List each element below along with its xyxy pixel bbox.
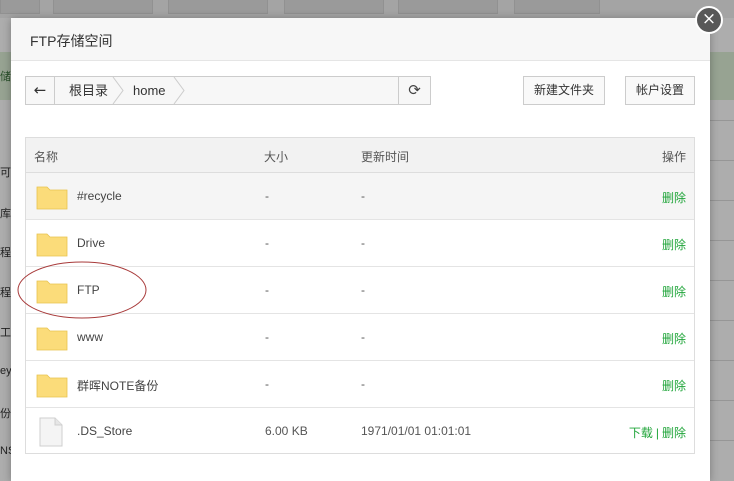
close-icon: × [701,9,717,29]
breadcrumb-separator-icon [173,77,185,104]
arrow-left-icon: ← [33,81,47,99]
account-settings-button[interactable]: 帐户设置 [625,76,695,105]
delete-link[interactable]: 删除 [662,238,686,252]
path-bar: ← 根目录 home ⟳ [25,76,431,105]
breadcrumb-root[interactable]: 根目录 [69,77,108,104]
action-separator: | [655,426,659,440]
file-size: - [265,377,269,391]
file-mtime: - [361,377,365,391]
folder-icon [36,233,68,257]
file-name[interactable]: #recycle [77,189,122,203]
folder-icon [36,186,68,210]
file-name[interactable]: Drive [77,236,105,250]
table-row[interactable]: www - - 删除 [26,314,694,361]
table-row[interactable]: 群晖NOTE备份 - - 删除 [26,361,694,408]
file-size: - [265,189,269,203]
file-mtime: - [361,283,365,297]
file-size: - [265,283,269,297]
header-ops: 操作 [661,150,686,164]
row-actions: 下载 | 删除 [629,424,686,441]
delete-link[interactable]: 删除 [662,332,686,346]
refresh-icon: ⟳ [408,81,421,99]
table-header: 名称 大小 更新时间 操作 [26,138,694,173]
dialog-header: FTP存储空间 [11,18,710,61]
delete-link[interactable]: 删除 [662,285,686,299]
close-dialog-button[interactable]: × [695,6,723,34]
dialog-title: FTP存储空间 [30,33,113,49]
file-mtime: - [361,330,365,344]
file-mtime: 1971/01/01 01:01:01 [361,424,472,438]
row-actions: 删除 [662,330,686,347]
file-mtime: - [361,189,365,203]
folder-icon [36,374,68,398]
table-row[interactable]: .DS_Store 6.00 KB 1971/01/01 01:01:01 下载… [26,408,694,455]
row-actions: 删除 [662,283,686,300]
header-mtime[interactable]: 更新时间 [361,148,409,165]
header-name[interactable]: 名称 [34,148,58,165]
header-size[interactable]: 大小 [264,148,288,165]
new-folder-button[interactable]: 新建文件夹 [523,76,605,105]
file-name[interactable]: .DS_Store [77,424,132,438]
download-link[interactable]: 下载 [629,426,653,440]
back-button[interactable]: ← [26,77,55,104]
row-actions: 删除 [662,377,686,394]
file-size: - [265,236,269,250]
file-mtime: - [361,236,365,250]
breadcrumb-home[interactable]: home [133,77,166,104]
highlight-ellipse-annotation [17,261,147,319]
breadcrumb-separator-icon [112,77,124,104]
refresh-button[interactable]: ⟳ [398,77,430,104]
file-name[interactable]: www [77,330,103,344]
table-row[interactable]: #recycle - - 删除 [26,173,694,220]
file-icon [39,417,63,447]
ftp-storage-dialog: FTP存储空间 ← 根目录 home ⟳ 新建文件夹 帐户设置 名称 大小 更新… [11,18,710,481]
file-size: - [265,330,269,344]
delete-link[interactable]: 删除 [662,426,686,440]
delete-link[interactable]: 删除 [662,191,686,205]
row-actions: 删除 [662,236,686,253]
file-size: 6.00 KB [265,424,308,438]
file-name[interactable]: 群晖NOTE备份 [77,377,158,394]
row-actions: 删除 [662,189,686,206]
folder-icon [36,327,68,351]
delete-link[interactable]: 删除 [662,379,686,393]
